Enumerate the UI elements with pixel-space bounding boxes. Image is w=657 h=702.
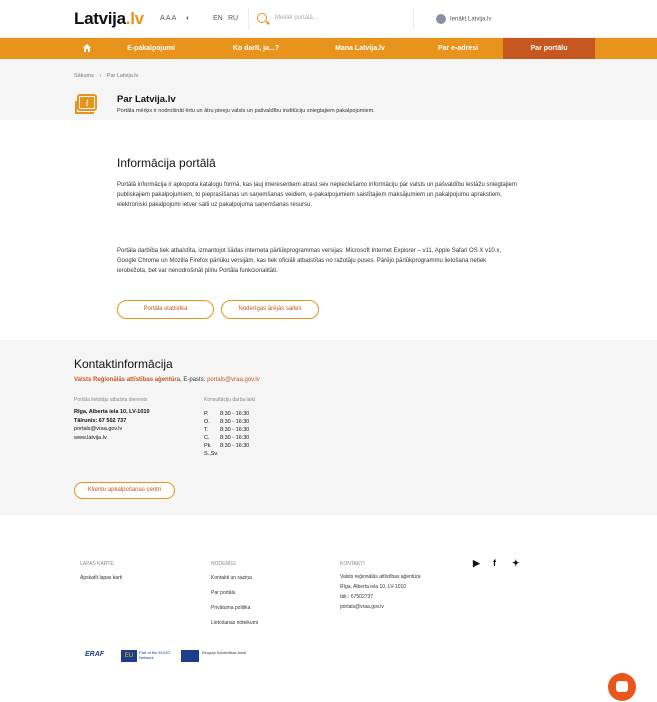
hours-day: T. [204, 427, 209, 433]
lang-ru-link[interactable]: RU [228, 15, 238, 22]
footer-link-privacy[interactable]: Privātuma politika [211, 602, 258, 614]
footer-useful-heading: NODERĪGI [211, 561, 236, 567]
hours-row: O. 8:30 - 16:30 [204, 418, 249, 426]
footer-contacts: Valsts reģionālās attīstības aģentūra Rī… [340, 572, 421, 612]
main-nav: E-pakalpojumi Ko darīt, ja...? Mana Latv… [0, 38, 657, 59]
site-header: Latvija.lv A A A ◐ EN RU Meklēt portālā.… [0, 0, 657, 38]
eu-funds-logo: Eiropas Savienības fondi [202, 650, 247, 655]
hours-row: T. 8:30 - 16:30 [204, 426, 249, 434]
support-website-link[interactable]: www.latvija.lv [74, 434, 150, 443]
info-paragraph-1: Portālā informācija ir apkopota katalogu… [117, 182, 517, 208]
footer-contacts-heading: KONTAKTI [340, 561, 365, 567]
info-section-title: Informācija portālā [117, 156, 216, 170]
font-size-toggle[interactable]: A A A [160, 15, 176, 22]
eugo-logo: Part of the EUGO Network [139, 650, 171, 660]
nav-item-about-portal[interactable]: Par portālu [503, 38, 595, 59]
hours-time: 8:30 - 16:30 [220, 411, 250, 417]
nav-item-what-to-do[interactable]: Ko darīt, ja...? [210, 38, 302, 59]
site-logo[interactable]: Latvija.lv [74, 9, 144, 29]
support-phone: Tālrunis: 67 502 737 [74, 417, 127, 424]
hours-day: Pk. [204, 443, 212, 449]
hours-day: S.,Sv. [204, 451, 219, 457]
footer-sitemap-heading: LAPAS KARTE [80, 561, 114, 567]
nav-item-my-latvija[interactable]: Mana Latvija.lv [310, 38, 410, 59]
eu-logo: EU [121, 650, 137, 662]
contact-title: Kontaktinformācija [74, 357, 173, 371]
client-centers-button[interactable]: Klientu apkalpošanas centri [74, 482, 175, 499]
facebook-icon[interactable]: f [493, 558, 496, 568]
nav-item-e-address[interactable]: Par e-adresi [415, 38, 501, 59]
hours-time: 8:30 - 16:30 [220, 443, 250, 449]
agency-email-link[interactable]: portals@vraa.gov.lv [207, 377, 260, 383]
logo-suffix: .lv [125, 9, 144, 28]
page-subtitle: Portāla mērķis ir nodrošināt ērtu un ātr… [117, 108, 375, 114]
info-icon: i [75, 94, 97, 114]
hours-row: C. 8:30 - 16:30 [204, 434, 249, 442]
eu-flag-icon [181, 650, 199, 662]
footer-contact-address: Rīga, Alberta iela 10, LV-1010 [340, 584, 407, 590]
nav-item-e-services[interactable]: E-pakalpojumi [105, 38, 197, 59]
support-email-link[interactable]: portals@vraa.gov.lv [74, 425, 150, 434]
breadcrumb-home[interactable]: Sākums [74, 73, 94, 79]
footer-link-terms[interactable]: Lietošanas noteikumi [211, 617, 258, 629]
user-avatar-icon [436, 14, 446, 24]
footer-contact-phone: tālr.: 67502737 [340, 594, 374, 600]
hours-time: 8:30 - 16:30 [220, 419, 250, 425]
footer-contact-email[interactable]: portals@vraa.gov.lv [340, 602, 421, 612]
footer-sitemap-link[interactable]: Apskatīt lapas karti [80, 572, 122, 584]
hours-label: Konsultāciju darba laiki [204, 397, 256, 403]
home-icon[interactable] [82, 43, 92, 53]
hours-table: P. 8:30 - 16:30 O. 8:30 - 16:30 T. 8:30 - 1… [204, 410, 249, 458]
contact-agency: Valsts Reģionālās attīstības aģentūra, E… [74, 377, 260, 383]
footer-link-contacts[interactable]: Kontakti un saziņa [211, 572, 258, 584]
hours-day: O. [204, 419, 210, 425]
login-label: Ienākt Latvija.lv [450, 16, 492, 23]
eraf-logo: ERAF [85, 651, 105, 658]
breadcrumb: Sākums › Par Latvija.lv [74, 73, 138, 79]
info-paragraph-2: Portāla darbība tiek atbalstīta, izmanto… [117, 248, 502, 274]
search-icon[interactable] [257, 13, 267, 23]
logo-text: Latvija [74, 9, 126, 28]
support-address: Rīga, Alberta iela 10, LV-1010 [74, 409, 150, 415]
login-button[interactable]: Ienākt Latvija.lv [436, 14, 491, 24]
portal-stats-button[interactable]: Portāla statistika [117, 300, 214, 319]
footer-link-about[interactable]: Par portālu [211, 587, 258, 599]
hours-day: P. [204, 411, 209, 417]
page-title: Par Latvija.lv [117, 94, 176, 105]
support-details: Rīga, Alberta iela 10, LV-1010 Tālrunis:… [74, 408, 150, 442]
hours-row: S.,Sv. [204, 450, 249, 458]
breadcrumb-current: Par Latvija.lv [106, 73, 139, 79]
chat-icon[interactable] [608, 673, 636, 701]
search-placeholder: Meklēt portālā... [275, 15, 318, 21]
twitter-icon[interactable]: ✦ [512, 558, 520, 569]
hours-time: 8:30 - 16:30 [220, 427, 250, 433]
footer-useful-links: Kontakti un saziņa Par portālu Privātuma… [211, 572, 258, 629]
hours-row: P. 8:30 - 16:30 [204, 410, 249, 418]
footer-contact-agency: Valsts reģionālās attīstības aģentūra [340, 574, 421, 580]
youtube-icon[interactable]: ▶ [473, 558, 480, 569]
external-links-button[interactable]: Noderīgas ārējās saites [221, 300, 319, 319]
agency-name: Valsts Reģionālās attīstības aģentūra [74, 377, 181, 383]
support-label: Portāla lietotāju atbalsta dienests [74, 397, 148, 403]
contrast-icon[interactable]: ◐ [186, 15, 190, 22]
hours-time: 8:30 - 16:30 [220, 435, 250, 441]
lang-en-link[interactable]: EN [213, 15, 223, 22]
breadcrumb-separator: › [99, 73, 102, 79]
content-card-top [0, 120, 657, 350]
email-prefix: , E-pasts: [180, 377, 206, 383]
hours-row: Pk. 8:30 - 16:30 [204, 442, 249, 450]
hours-day: C. [204, 435, 210, 441]
search-input[interactable]: Meklēt portālā... [248, 8, 414, 30]
